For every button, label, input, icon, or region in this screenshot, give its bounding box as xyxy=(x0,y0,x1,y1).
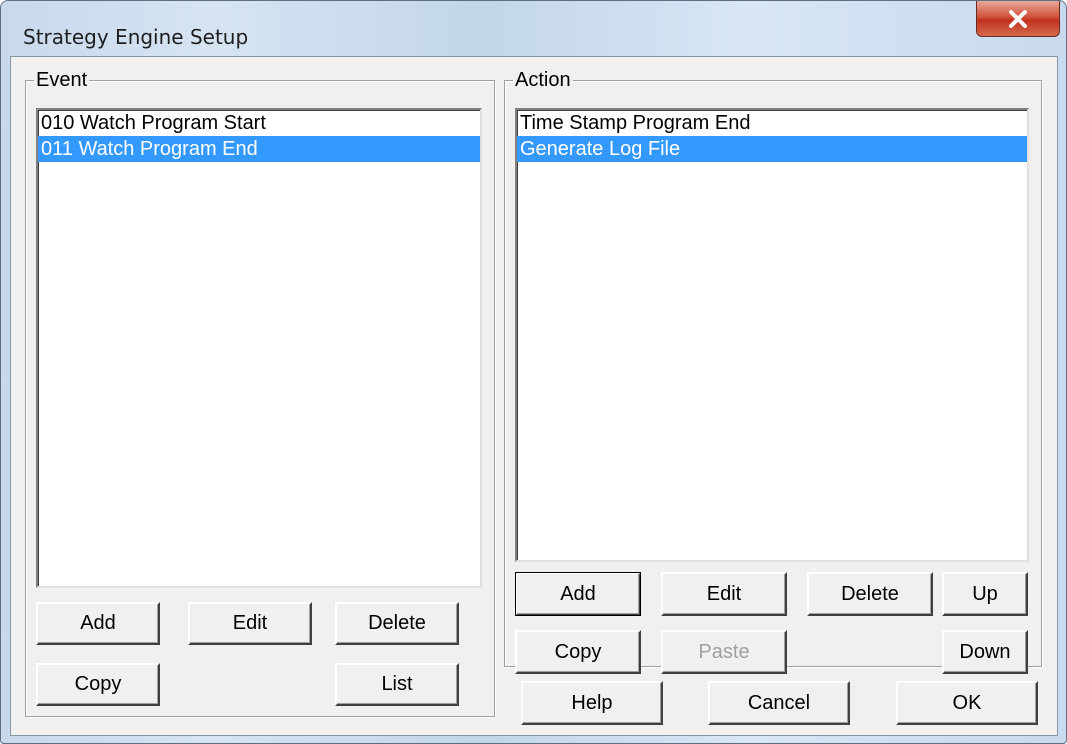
action-delete-button[interactable]: Delete xyxy=(807,572,933,616)
ok-button[interactable]: OK xyxy=(896,681,1038,725)
action-down-button[interactable]: Down xyxy=(942,630,1028,674)
action-list-item[interactable]: Time Stamp Program End xyxy=(517,110,1027,136)
close-button[interactable] xyxy=(976,1,1060,37)
action-edit-button[interactable]: Edit xyxy=(661,572,787,616)
dialog-client-area: Event 010 Watch Program Start 011 Watch P… xyxy=(10,56,1058,736)
action-paste-button[interactable]: Paste xyxy=(661,630,787,674)
event-list-item[interactable]: 010 Watch Program Start xyxy=(38,110,480,136)
action-group-label: Action xyxy=(513,69,573,91)
event-copy-button[interactable]: Copy xyxy=(36,663,160,706)
event-group-label: Event xyxy=(34,69,90,91)
action-up-button[interactable]: Up xyxy=(942,572,1028,616)
action-add-button[interactable]: Add xyxy=(515,572,641,616)
window-title: Strategy Engine Setup xyxy=(23,25,249,49)
action-list-item[interactable]: Generate Log File xyxy=(517,136,1027,162)
dialog-window: Strategy Engine Setup Event 010 Watch Pr… xyxy=(0,0,1067,744)
event-groupbox: Event 010 Watch Program Start 011 Watch P… xyxy=(25,69,495,717)
event-list-item[interactable]: 011 Watch Program End xyxy=(38,136,480,162)
event-delete-button[interactable]: Delete xyxy=(335,602,459,645)
action-groupbox: Action Time Stamp Program End Generate Lo… xyxy=(504,69,1042,674)
event-listbox[interactable]: 010 Watch Program Start 011 Watch Program… xyxy=(36,108,482,588)
event-add-button[interactable]: Add xyxy=(36,602,160,645)
help-button[interactable]: Help xyxy=(521,681,663,725)
close-x-icon xyxy=(1008,9,1028,28)
action-copy-button[interactable]: Copy xyxy=(515,630,641,674)
event-edit-button[interactable]: Edit xyxy=(188,602,312,645)
action-listbox[interactable]: Time Stamp Program End Generate Log File xyxy=(515,108,1029,562)
cancel-button[interactable]: Cancel xyxy=(708,681,850,725)
event-list-button[interactable]: List xyxy=(335,663,459,706)
